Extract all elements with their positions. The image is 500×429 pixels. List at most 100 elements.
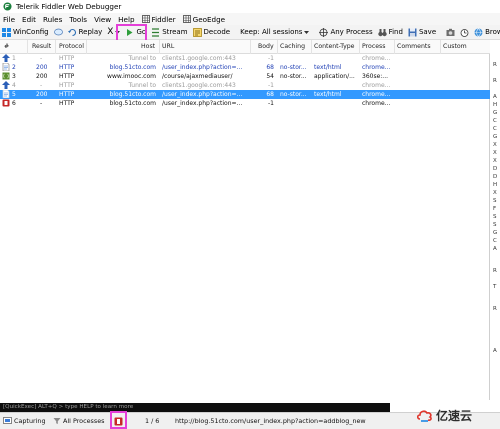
browse-label: Browse [485,28,500,36]
inspector-panel-edge: R R A H G C C G X X X D D H X S F S S G … [491,40,500,400]
cell-url: clients1.google.com:443 [162,82,236,89]
col-comments[interactable]: Comments [397,43,431,50]
menu-tools[interactable]: Tools [69,15,87,24]
column-divider[interactable] [394,40,395,54]
find-button[interactable]: Find [377,28,403,37]
cell-num: 3 [12,73,16,80]
cell-process: chrome... [362,82,391,89]
cell-protocol: HTTP [59,82,75,89]
inspector-letter: X [493,142,497,148]
save-button[interactable]: Save [408,28,436,37]
session-row[interactable]: 4 - HTTP Tunnel to clients1.google.com:4… [0,81,490,90]
cell-host: blog.51cto.com [109,91,156,98]
cell-protocol: HTTP [59,64,75,71]
cell-caching: no-stor... [280,73,307,80]
upload-arrow-icon [2,54,10,62]
col-result[interactable]: Result [32,43,51,50]
keep-sessions-label: Keep: All sessions [240,28,303,36]
cell-result: - [40,82,43,89]
page-icon [2,63,10,71]
column-divider[interactable] [311,40,312,54]
column-divider[interactable] [55,40,56,54]
process-filter-label: All Processes [63,417,105,425]
col-url[interactable]: URL [162,43,174,50]
decode-label: Decode [203,28,231,36]
column-divider[interactable] [359,40,360,54]
capturing-label: Capturing [14,417,46,425]
decode-button[interactable]: Decode [192,27,231,37]
menu-geoedge[interactable]: GeoEdge [182,15,225,24]
col-caching[interactable]: Caching [280,43,305,50]
inspector-letter: D [493,174,498,180]
replay-button[interactable]: Replay [67,28,102,37]
column-divider[interactable] [250,40,251,54]
cell-caching: no-stor... [280,64,307,71]
session-row[interactable]: 3 200 HTTP www.imooc.com /course/ajaxmed… [0,72,490,81]
browse-button[interactable]: Browse [474,27,500,37]
column-divider[interactable] [440,40,441,54]
cell-content-type: text/html [314,64,342,71]
inspector-letter: R [493,78,497,84]
inspector-letter: X [493,150,497,156]
inspector-letter: R [493,62,497,68]
col-body[interactable]: Body [258,43,274,50]
col-custom[interactable]: Custom [443,43,467,50]
filter-icon [53,418,61,424]
cell-result: 200 [36,73,48,80]
cell-host: Tunnel to [128,82,156,89]
winconfig-button[interactable]: WinConfig [2,27,49,37]
session-row[interactable]: 2 200 HTTP blog.51cto.com /user_index.ph… [0,63,490,72]
column-divider[interactable] [86,40,87,54]
cell-result: - [40,100,43,107]
menu-fiddler[interactable]: Fiddler [141,14,176,24]
inspector-letter: S [493,198,497,204]
cell-process: chrome... [362,100,391,107]
inspector-letter: G [493,110,498,116]
menu-file[interactable]: File [3,15,15,24]
inspector-letter: H [493,102,498,108]
col-process[interactable]: Process [362,43,385,50]
timer-button[interactable] [460,28,469,37]
capturing-toggle[interactable]: Capturing [3,417,46,425]
inspector-letter: G [493,230,498,236]
screenshot-button[interactable] [446,28,455,37]
cell-result: 200 [36,91,48,98]
session-row[interactable]: 1 - HTTP Tunnel to clients1.google.com:4… [0,54,490,63]
cell-num: 4 [12,82,16,89]
menu-fiddler-label: Fiddler [151,14,176,24]
inspector-letter: S [493,222,497,228]
menu-view[interactable]: View [94,15,111,24]
binoculars-icon [377,28,387,36]
col-content-type[interactable]: Content-Type [314,43,354,50]
stream-button[interactable]: Stream [151,27,188,37]
cell-url: /user_index.php?action=... [162,91,243,98]
watermark-logo: 亿速云 [417,407,472,424]
column-divider[interactable] [277,40,278,54]
remove-label: X [107,27,114,37]
session-row[interactable]: 6 - HTTP blog.51cto.com /user_index.php?… [0,99,490,108]
col-host[interactable]: Host [141,43,155,50]
inspector-letter: H [493,182,498,188]
process-filter[interactable]: All Processes [53,417,104,425]
capture-icon [3,417,12,424]
inspector-letter: A [493,94,497,100]
col-num[interactable]: # [4,43,9,50]
col-protocol[interactable]: Protocol [59,43,84,50]
cell-num: 1 [12,55,16,62]
upload-arrow-icon [2,81,10,89]
cell-url: clients1.google.com:443 [162,55,236,62]
column-divider[interactable] [27,40,28,54]
comment-button[interactable] [53,28,63,37]
cell-url: /course/ajaxmediauser/ [162,73,233,80]
menu-help[interactable]: Help [118,15,134,24]
menu-rules[interactable]: Rules [43,15,62,24]
timer-icon [460,28,469,37]
cell-body: 54 [266,73,274,80]
session-row-selected[interactable]: 5 200 HTTP blog.51cto.com /user_index.ph… [0,90,490,99]
any-process-button[interactable]: Any Process [319,27,373,37]
cell-body: 68 [266,91,274,98]
menu-edit[interactable]: Edit [22,15,36,24]
column-divider[interactable] [159,40,160,54]
keep-sessions-dropdown[interactable]: Keep: All sessions [240,28,310,36]
quickexec-input[interactable]: [QuickExec] ALT+Q > type HELP to learn m… [0,403,390,412]
